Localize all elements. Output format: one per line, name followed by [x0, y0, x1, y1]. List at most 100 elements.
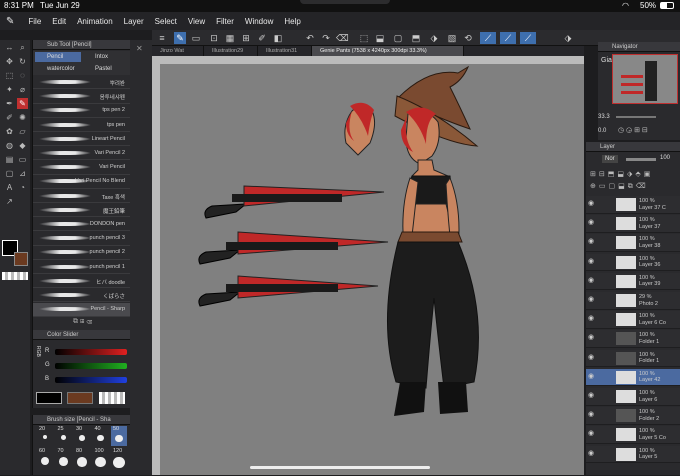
eye-icon[interactable]: ◉ [588, 315, 596, 323]
brush-item[interactable]: くばらさ [33, 289, 131, 303]
eye-icon[interactable]: ◉ [588, 219, 596, 227]
brush-size-option[interactable]: 20 [37, 426, 53, 446]
layer-row[interactable]: ◉ 100 % Layer 38 [586, 234, 680, 252]
zoom-slider[interactable] [616, 116, 656, 118]
pencil-icon[interactable]: ✎ [17, 98, 28, 109]
figure-icon[interactable]: ▭ [17, 154, 28, 165]
hand-icon[interactable]: ✥ [4, 56, 15, 67]
blend-icon[interactable]: ◍ [4, 140, 15, 151]
transparent-color-swatch[interactable] [2, 272, 28, 280]
tab-jinzo[interactable]: Jinzo Wat [152, 46, 204, 56]
menu-layer[interactable]: Layer [124, 17, 144, 26]
subtool-tab-watercolor[interactable]: watercolor [35, 64, 81, 74]
zoom-icon[interactable]: ⌕ [17, 42, 28, 53]
brush-size-option[interactable]: 25 [56, 426, 72, 446]
selection-icon[interactable]: ▢ [392, 32, 404, 44]
brush-size-option[interactable]: 100 [93, 448, 109, 468]
blend-mode-select[interactable]: Nor [602, 155, 618, 163]
eye-icon[interactable]: ◉ [588, 238, 596, 246]
brush-size-option[interactable]: 50 [111, 426, 127, 446]
layer-row[interactable]: ◉ 100 % Layer 39 [586, 272, 680, 291]
menu-animation[interactable]: Animation [77, 17, 113, 26]
pin-icon[interactable]: ⬗ [562, 32, 574, 44]
pen-tool-icon[interactable]: ✎ [174, 32, 186, 44]
rotate-icon[interactable]: ⟲ [462, 32, 474, 44]
copy-subtool-icon[interactable]: ⧉ [73, 318, 78, 325]
layer-row[interactable]: ◉ 100 % Layer 6 [586, 388, 680, 406]
airbrush-icon[interactable]: ✺ [17, 112, 28, 123]
opacity-value[interactable]: 100 [660, 155, 670, 161]
eye-icon[interactable]: ◉ [588, 258, 596, 266]
layer-row[interactable]: ◉ 100 % Folder 1 [586, 330, 680, 348]
brush-icon[interactable]: ✐ [256, 32, 268, 44]
menu-help[interactable]: Help [284, 17, 300, 26]
brush-item[interactable]: punch pencil 1 [33, 261, 131, 274]
brush-size-option[interactable]: 120 [111, 448, 127, 469]
navigator-controls-icon[interactable]: ◷ ◶ ⊞ ⊟ [618, 126, 648, 134]
eyedropper-icon[interactable]: ⌀ [17, 84, 28, 95]
eye-icon[interactable]: ◉ [588, 354, 596, 362]
layer-row[interactable]: ◉ 100 % Layer 5 [586, 445, 680, 464]
frame-icon[interactable]: ⊡ [208, 32, 220, 44]
brush-item[interactable]: tps pen 2 [33, 104, 131, 118]
invert-selection-icon[interactable]: ⬓ [374, 32, 386, 44]
subtool-tab-pastel[interactable]: Pastel [83, 64, 129, 74]
brush-size-option[interactable]: 60 [37, 448, 53, 468]
layer-row[interactable]: ◉ 100 % Layer 37 C [586, 196, 680, 214]
layer-row[interactable]: ◉ 100 % Folder 2 [586, 407, 680, 425]
menu-view[interactable]: View [188, 17, 205, 26]
delete-subtool-icon[interactable]: ⌫ [86, 318, 92, 325]
brush-item[interactable]: Vari Pencil [33, 161, 131, 175]
ruler-icon[interactable]: ⊞ [240, 32, 252, 44]
grid-icon[interactable]: ▦ [224, 32, 236, 44]
layer-row[interactable]: ◉ 100 % Layer 42 [586, 368, 680, 387]
app-logo-icon[interactable]: ✎ [6, 16, 14, 27]
brush-item[interactable]: 魔王鉛筆 [33, 204, 131, 218]
deselect-icon[interactable]: ⬚ [358, 32, 370, 44]
redo-icon[interactable]: ↷ [320, 32, 332, 44]
stroke-1-icon[interactable]: ⟋ [500, 32, 516, 44]
select-icon[interactable]: ⬚ [4, 70, 15, 81]
gradient-icon[interactable]: ▤ [4, 154, 15, 165]
brush-item[interactable]: 뿌려봔 [33, 76, 131, 90]
menu-filter[interactable]: Filter [216, 17, 234, 26]
brush-item[interactable]: 음투네샤펜 [33, 90, 131, 104]
eye-icon[interactable]: ◉ [588, 392, 596, 400]
hamburger-menu-icon[interactable]: ≡ [156, 32, 168, 44]
brush-item[interactable]: punch pencil 3 [33, 232, 131, 246]
eye-icon[interactable]: ◉ [588, 450, 596, 458]
brush-tool-icon[interactable]: ✐ [4, 112, 15, 123]
brush-size-option[interactable]: 30 [74, 426, 90, 446]
ruler-tool-icon[interactable]: ⊿ [17, 168, 28, 179]
brush-item[interactable]: punch pencil 2 [33, 246, 131, 260]
color-slider-transparent[interactable] [99, 392, 125, 404]
tab-genie-pants[interactable]: Genie Pants (7538 x 4240px 300dpi 33.3%) [312, 46, 464, 56]
drawing-canvas[interactable] [152, 56, 584, 475]
sub-color-swatch[interactable] [14, 252, 28, 266]
decoration-icon[interactable]: ✿ [4, 126, 15, 137]
eraser-icon[interactable]: ▱ [17, 126, 28, 137]
tab-illustration29[interactable]: Illustration29 [204, 46, 258, 56]
brush-item[interactable]: Vari Pencil 2 [33, 147, 131, 161]
g-slider[interactable] [55, 363, 127, 369]
layer-row[interactable]: ◉ 100 % Layer 5 Co [586, 426, 680, 444]
brush-size-option[interactable]: 80 [74, 448, 90, 468]
layer-actions[interactable]: ⊕▭▢⬓⧉⌫ [590, 182, 678, 192]
pen-icon[interactable]: ✒ [4, 98, 15, 109]
menu-window[interactable]: Window [245, 17, 273, 26]
brush-size-option[interactable]: 70 [56, 448, 72, 468]
eye-icon[interactable]: ◉ [588, 373, 596, 381]
rotate-canvas-icon[interactable]: ↻ [17, 56, 28, 67]
brush-size-option[interactable]: 40 [93, 426, 109, 446]
r-slider[interactable] [55, 349, 127, 355]
clear-icon[interactable]: ⌫ [336, 32, 349, 44]
brush-item[interactable]: Pencil - Sharp [33, 303, 131, 317]
layer-row[interactable]: ◉ 100 % Layer 37 [586, 215, 680, 233]
menu-file[interactable]: File [28, 17, 41, 26]
menu-edit[interactable]: Edit [52, 17, 66, 26]
layer-tools[interactable]: ⊞⊟⬒⬓⬗⬘▣ [590, 170, 678, 180]
stroke-2-icon[interactable]: ⟋ [520, 32, 536, 44]
menu-select[interactable]: Select [155, 17, 177, 26]
color-slider-sub-swatch[interactable] [67, 392, 93, 404]
eye-icon[interactable]: ◉ [588, 334, 596, 342]
